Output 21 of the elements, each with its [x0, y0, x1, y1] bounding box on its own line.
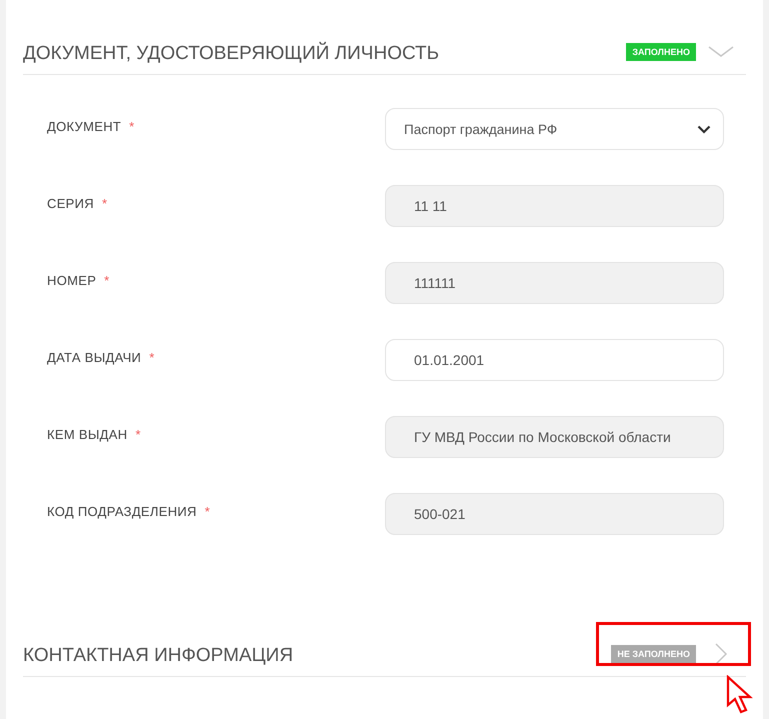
status-badge: ЗАПОЛНЕНО: [626, 43, 696, 61]
section-title[interactable]: КОНТАКТНАЯ ИНФОРМАЦИЯ: [23, 641, 612, 667]
field-label: КЕМ ВЫДАН: [47, 426, 128, 442]
required-mark: *: [104, 272, 110, 288]
required-mark: *: [135, 426, 140, 442]
chevron-right-icon[interactable]: [714, 643, 728, 665]
field-label: ДАТА ВЫДАЧИ: [47, 350, 142, 364]
field-label: ДОКУМЕНТ: [47, 118, 122, 134]
document-select[interactable]: Паспорт гражданина РФ: [385, 108, 724, 150]
required-mark: *: [204, 504, 210, 518]
field-label: НОМЕР: [47, 272, 96, 288]
section-title[interactable]: ДОКУМЕНТ, УДОСТОВЕРЯЮЩИЙ ЛИЧНОСТЬ: [23, 39, 626, 65]
required-mark: *: [102, 196, 108, 210]
cursor-icon: [726, 675, 754, 715]
field-label: КОД ПОДРАЗДЕЛЕНИЯ: [47, 504, 197, 518]
field-label: СЕРИЯ: [47, 196, 94, 210]
status-badge: НЕ ЗАПОЛНЕНО: [611, 645, 696, 663]
required-mark: *: [149, 350, 154, 364]
input-field[interactable]: 01.01.2001: [385, 339, 724, 381]
required-mark: *: [129, 118, 134, 134]
caret-icon: [697, 124, 711, 134]
